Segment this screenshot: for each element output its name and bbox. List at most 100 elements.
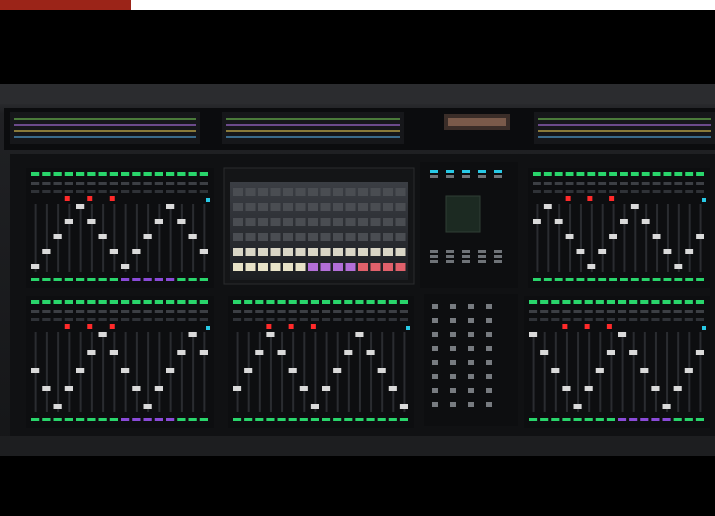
fader-cap	[154, 219, 163, 224]
fader-bank	[528, 168, 710, 288]
fader-cap	[344, 350, 353, 355]
status-led	[76, 172, 85, 176]
red-indicator	[266, 324, 272, 329]
fader-cap	[543, 204, 552, 209]
red-indicator	[609, 196, 615, 201]
status-led	[366, 300, 375, 304]
fader-cap	[322, 386, 331, 391]
status-led	[684, 300, 693, 304]
status-led	[377, 300, 386, 304]
red-indicator	[109, 196, 115, 201]
fader-cap	[663, 249, 672, 254]
fader-cap	[333, 368, 342, 373]
status-led	[64, 300, 73, 304]
fader-cap	[618, 332, 627, 337]
status-led	[662, 300, 671, 304]
status-led	[154, 172, 163, 176]
status-led	[199, 172, 208, 176]
fader-cap	[299, 386, 308, 391]
master-section	[420, 162, 518, 426]
fader-cap	[42, 386, 51, 391]
status-led	[132, 172, 141, 176]
status-led	[42, 300, 51, 304]
fader-cap	[132, 386, 141, 391]
fader-cap	[143, 234, 152, 239]
fader-cap	[42, 249, 51, 254]
red-indicator	[288, 324, 294, 329]
fader-bank	[524, 296, 710, 428]
fader-cap	[529, 332, 538, 337]
status-led	[543, 172, 552, 176]
status-led	[322, 300, 331, 304]
status-led	[685, 172, 694, 176]
fader-cap	[188, 332, 197, 337]
status-led	[53, 300, 62, 304]
fader-cap	[31, 368, 40, 373]
fader-bank	[26, 296, 214, 428]
status-led	[166, 172, 175, 176]
red-indicator	[87, 324, 93, 329]
fader-cap	[277, 350, 286, 355]
status-led	[64, 172, 73, 176]
fader-cap	[399, 404, 408, 409]
fader-cap	[109, 249, 118, 254]
fader-cap	[366, 350, 375, 355]
status-led	[310, 300, 319, 304]
status-led	[288, 300, 297, 304]
status-led	[674, 172, 683, 176]
red-indicator	[584, 324, 590, 329]
fader-cap	[121, 264, 130, 269]
status-led	[244, 300, 253, 304]
status-led	[609, 172, 617, 176]
fader-cap	[87, 350, 96, 355]
fader-bank	[228, 296, 414, 428]
fader-cap	[696, 234, 704, 239]
fader-cap	[674, 264, 683, 269]
meter-bridge-groups	[10, 112, 715, 144]
status-led	[641, 172, 650, 176]
status-led	[143, 172, 152, 176]
fader-cap	[64, 219, 73, 224]
red-indicator	[64, 324, 70, 329]
status-led	[576, 172, 585, 176]
mixing-console-photo	[0, 84, 715, 456]
status-led	[551, 300, 560, 304]
status-led	[554, 172, 563, 176]
fader-cap	[166, 204, 175, 209]
fader-cap	[244, 368, 253, 373]
status-led	[620, 172, 628, 176]
status-led	[540, 300, 549, 304]
fader-cap	[576, 249, 585, 254]
fader-cap	[177, 219, 186, 224]
meter-group	[222, 112, 404, 144]
status-led	[562, 300, 571, 304]
fader-cap	[584, 386, 593, 391]
status-led	[266, 300, 275, 304]
fader-cap	[177, 350, 186, 355]
status-led	[640, 300, 649, 304]
red-indicator	[562, 324, 568, 329]
red-indicator	[310, 324, 316, 329]
fader-bank	[26, 168, 214, 288]
fader-cap	[662, 404, 671, 409]
fader-cap	[685, 249, 694, 254]
fader-cap	[388, 386, 397, 391]
fader-cap	[565, 234, 574, 239]
fader-cap	[31, 264, 40, 269]
status-led	[388, 300, 397, 304]
meter-group	[10, 112, 200, 144]
fader-cap	[695, 350, 704, 355]
fader-cap	[310, 404, 319, 409]
fader-cap	[609, 234, 617, 239]
status-led	[344, 300, 353, 304]
fader-cap	[154, 386, 163, 391]
top-accent-bar	[0, 0, 131, 10]
status-led	[399, 300, 408, 304]
top-strip	[0, 0, 715, 10]
status-led	[606, 300, 615, 304]
status-led	[188, 172, 197, 176]
status-led	[177, 172, 186, 176]
red-indicator	[606, 324, 612, 329]
fader-cap	[554, 219, 563, 224]
status-led	[355, 300, 364, 304]
